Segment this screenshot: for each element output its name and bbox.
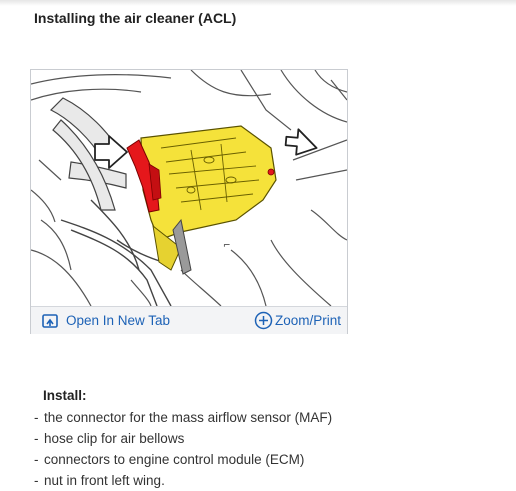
bullet-dash: -	[34, 452, 39, 467]
plus-circle-icon	[254, 311, 273, 330]
install-steps-list: - the connector for the mass airflow sens…	[34, 407, 332, 491]
zoom-print-button[interactable]: Zoom/Print	[254, 311, 341, 330]
step-text: hose clip for air bellows	[44, 431, 185, 446]
figure-panel: ⌐ Open In New Tab Zoom/Print	[30, 69, 348, 334]
callout-label: ⌐	[223, 241, 231, 251]
figure-toolbar: Open In New Tab Zoom/Print	[31, 306, 347, 334]
zoom-print-label: Zoom/Print	[274, 313, 341, 328]
open-in-new-tab-label: Open In New Tab	[66, 313, 171, 328]
step-text: the connector for the mass airflow senso…	[44, 410, 333, 425]
step-text: connectors to engine control module (ECM…	[44, 452, 305, 467]
open-in-new-tab-icon	[42, 313, 58, 328]
list-item: - hose clip for air bellows	[34, 428, 332, 449]
page-title: Installing the air cleaner (ACL)	[34, 10, 237, 26]
install-heading: Install:	[43, 388, 87, 403]
open-in-new-tab-button[interactable]: Open In New Tab	[42, 311, 170, 330]
bullet-dash: -	[34, 410, 39, 425]
bullet-dash: -	[34, 431, 39, 446]
list-item: - connectors to engine control module (EC…	[34, 449, 332, 470]
engine-illustration[interactable]: ⌐	[31, 70, 347, 306]
top-shadow	[0, 0, 516, 6]
bullet-dash: -	[34, 473, 39, 488]
list-item: - the connector for the mass airflow sens…	[34, 407, 332, 428]
nut-highlight	[267, 168, 275, 176]
step-text: nut in front left wing.	[44, 473, 165, 488]
list-item: - nut in front left wing.	[34, 470, 332, 491]
